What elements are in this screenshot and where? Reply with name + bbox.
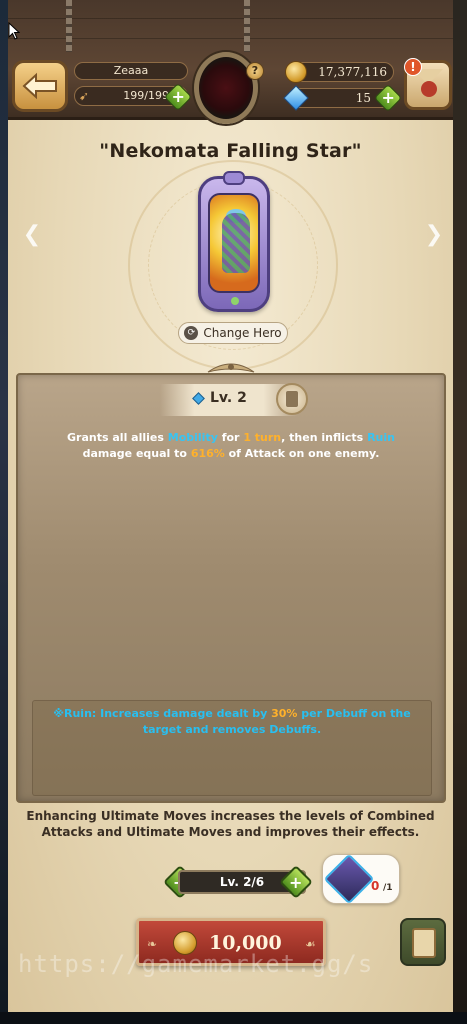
next-arrow-icon[interactable]: ❯ bbox=[424, 222, 444, 247]
ruin-note: ※Ruin: Increases damage dealt by 30% per… bbox=[42, 706, 422, 738]
ultimate-move-screen: Zeaaa ➹ 199/199 + ? 17,377,116 15 + ! "N… bbox=[8, 0, 453, 1012]
previous-arrow-icon[interactable]: ❮ bbox=[22, 222, 42, 247]
change-hero-button[interactable]: ⟳ Change Hero bbox=[178, 322, 288, 344]
desc-text: damage equal to bbox=[82, 447, 191, 460]
desc-text: Grants all allies bbox=[67, 431, 168, 444]
chain-decoration bbox=[66, 0, 72, 52]
flourish-right-icon: ☙ bbox=[305, 937, 316, 951]
note-percent: 30% bbox=[271, 707, 298, 720]
stamina-icon: ➹ bbox=[79, 89, 90, 103]
keyword-damage-percent: 616% bbox=[190, 447, 225, 460]
back-button[interactable] bbox=[12, 60, 68, 112]
wax-seal-icon bbox=[421, 81, 437, 97]
hero-portrait bbox=[208, 193, 260, 293]
enhance-info-text: Enhancing Ultimate Moves increases the l… bbox=[26, 809, 435, 839]
card-crest bbox=[223, 171, 245, 185]
swap-icon: ⟳ bbox=[184, 326, 199, 340]
bottom-edge-bar bbox=[0, 1012, 467, 1024]
required-material[interactable]: 0 /1 bbox=[322, 853, 400, 905]
left-edge-strip bbox=[0, 0, 8, 1024]
hero-body-shape bbox=[222, 213, 250, 273]
right-edge-strip bbox=[453, 0, 467, 1024]
material-owned: 0 bbox=[371, 879, 380, 893]
material-needed: /1 bbox=[383, 883, 393, 893]
skill-level: Lv. 2 bbox=[210, 390, 247, 406]
player-name: Zeaaa bbox=[74, 62, 188, 80]
guild-emblem[interactable] bbox=[194, 52, 258, 124]
skill-badge-icon bbox=[276, 383, 308, 415]
panel-ornament-icon bbox=[207, 363, 255, 373]
gold-display: 17,377,116 bbox=[285, 61, 394, 83]
hero-card[interactable] bbox=[198, 171, 270, 312]
header-plank-line bbox=[8, 18, 453, 19]
gold-value: 17,377,116 bbox=[318, 65, 387, 79]
back-arrow-icon bbox=[22, 72, 57, 100]
watermark: https://gamemarket.gg/s bbox=[18, 950, 374, 978]
desc-text: of Attack on one enemy. bbox=[224, 447, 380, 460]
gold-coin-icon bbox=[285, 61, 307, 83]
mouse-cursor-icon bbox=[8, 22, 20, 40]
keyword-ruin: Ruin bbox=[367, 431, 395, 444]
keyword-mobility: Mobility bbox=[167, 431, 218, 444]
gem-value: 15 bbox=[355, 91, 371, 105]
note-text: ※Ruin: Increases damage dealt by bbox=[53, 707, 272, 720]
alert-badge: ! bbox=[404, 58, 422, 76]
desc-text: for bbox=[217, 431, 244, 444]
material-portrait-icon bbox=[323, 853, 375, 905]
desc-text: , then inflicts bbox=[281, 431, 368, 444]
keyword-turns: 1 turn bbox=[243, 431, 282, 444]
plus-icon: + bbox=[288, 872, 303, 892]
stamina-value: 199/199 bbox=[123, 89, 169, 102]
change-hero-label: Change Hero bbox=[203, 326, 282, 340]
skill-description: Grants all allies Mobility for 1 turn, t… bbox=[46, 430, 416, 462]
header-plank-line bbox=[8, 38, 453, 39]
flourish-left-icon: ❧ bbox=[147, 937, 158, 951]
chain-decoration bbox=[244, 0, 250, 52]
help-icon[interactable]: ? bbox=[246, 62, 264, 80]
skill-title: "Nekomata Falling Star" bbox=[99, 140, 362, 162]
card-gem-icon bbox=[231, 297, 239, 305]
screen: Zeaaa ➹ 199/199 + ? 17,377,116 15 + ! "N… bbox=[0, 0, 467, 1024]
